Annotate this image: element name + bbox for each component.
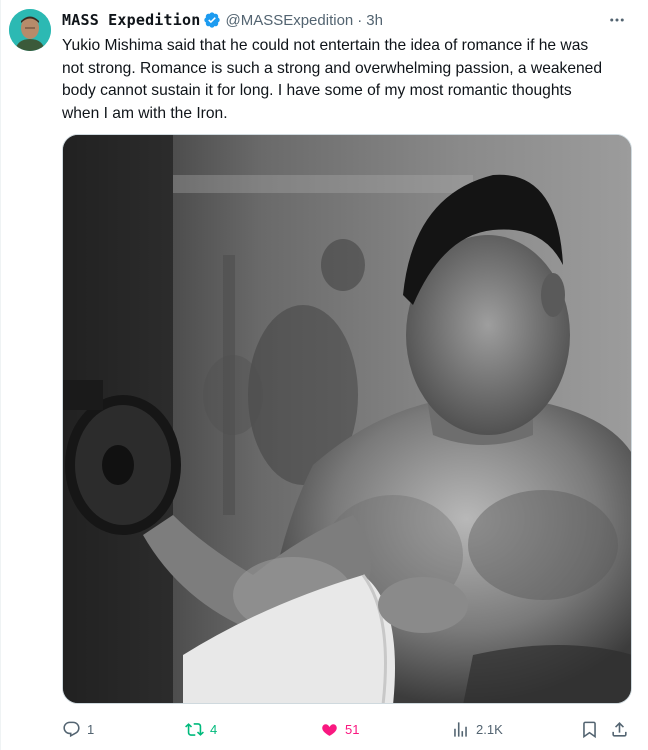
verified-badge-icon (204, 12, 221, 28)
views-count: 2.1K (476, 721, 503, 737)
avatar[interactable] (9, 9, 51, 51)
reply-count: 1 (87, 721, 95, 737)
retweet-icon (185, 722, 204, 736)
bookmark-icon (583, 721, 596, 738)
heart-filled-icon (322, 723, 337, 736)
separator-dot: · (357, 11, 363, 29)
bookmark-button[interactable] (580, 717, 599, 741)
share-icon (612, 721, 627, 737)
timeline-divider (0, 0, 1, 750)
author-display-name[interactable]: MASS Expedition (62, 11, 200, 29)
tweet-photo[interactable] (62, 134, 632, 704)
tweet-actions: 1 4 51 2.1K (62, 717, 632, 741)
tweet-header: MASS Expedition @MASSExpedition · 3h (62, 9, 636, 31)
share-button[interactable] (610, 717, 629, 741)
more-horizontal-icon (610, 18, 624, 22)
tweet-text: Yukio Mishima said that he could not ent… (62, 37, 603, 122)
views-chart-icon (454, 721, 467, 737)
reply-button[interactable]: 1 (62, 717, 94, 741)
like-count: 51 (345, 721, 360, 737)
retweet-count: 4 (210, 721, 218, 737)
avatar-image (9, 9, 51, 51)
author-handle[interactable]: @MASSExpedition (225, 12, 353, 29)
photo-image (63, 135, 631, 703)
like-button[interactable]: 51 (320, 717, 359, 741)
reply-icon (63, 721, 80, 737)
tweet-timestamp[interactable]: 3h (366, 12, 383, 29)
retweet-button[interactable]: 4 (185, 717, 217, 741)
views-button[interactable]: 2.1K (451, 717, 503, 741)
more-options-button[interactable] (606, 9, 628, 31)
